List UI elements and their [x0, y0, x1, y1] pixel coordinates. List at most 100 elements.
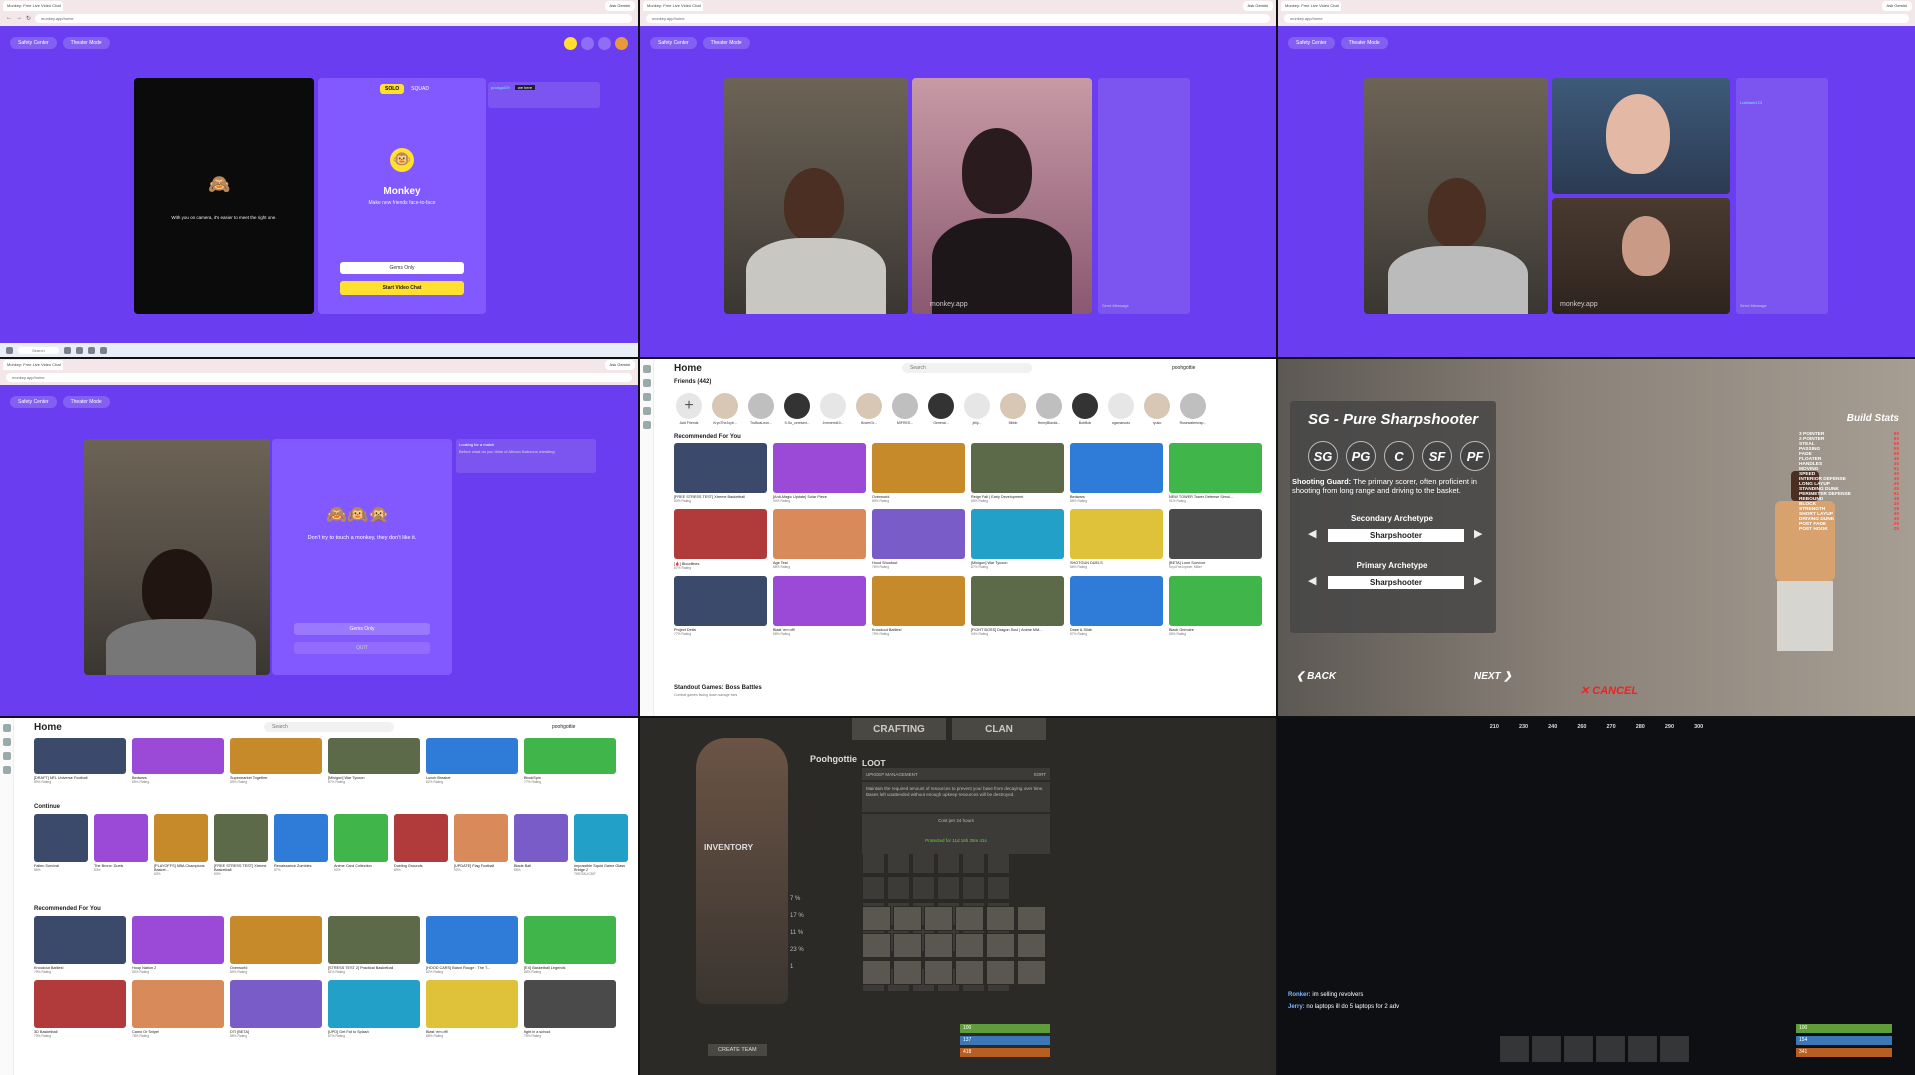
game-card[interactable]: Renaissance Zombies 87%	[274, 814, 328, 876]
safety-center-button[interactable]: Safety Center	[10, 396, 57, 408]
hotbar-slot[interactable]	[1660, 1036, 1689, 1062]
gems-only-button[interactable]: Gems Only	[294, 623, 430, 635]
game-card[interactable]: [UPDATE] Flag Football 92%	[454, 814, 508, 876]
friend-item[interactable]: Mbbb	[998, 393, 1028, 425]
search-input[interactable]: Search	[264, 722, 394, 732]
loot-slot[interactable]	[1017, 933, 1046, 958]
reload-icon[interactable]: ↻	[26, 15, 31, 22]
loot-slot[interactable]	[986, 933, 1015, 958]
game-card[interactable]: [EX] Basketball Legends 88% Rating	[524, 916, 616, 974]
loot-slot[interactable]	[1017, 960, 1046, 985]
profile-icon[interactable]	[3, 738, 11, 746]
loot-slot[interactable]	[1017, 906, 1046, 931]
hotbar-slot[interactable]	[1564, 1036, 1593, 1062]
inventory-slot[interactable]	[937, 876, 960, 900]
loot-slot[interactable]	[862, 933, 891, 958]
friend-item[interactable]: ryuko	[1142, 393, 1172, 425]
friend-item[interactable]: Jvmnerst19...	[818, 393, 848, 425]
game-card[interactable]: Blade Ball 86%	[514, 814, 568, 876]
game-card[interactable]: BlockSpin 77% Rating	[524, 738, 616, 784]
gems-only-button[interactable]: Gems Only	[340, 262, 464, 274]
crafting-tab[interactable]: CRAFTING	[852, 718, 946, 740]
game-card[interactable]: NEW TOWER Tower Defense Simul... 91% Rati…	[1169, 443, 1262, 503]
browser-tab[interactable]: Monkey: Free Live Video Chat	[643, 1, 703, 11]
friend-item[interactable]: HenryBlackk...	[1034, 393, 1064, 425]
game-card[interactable]: Impossible Squid Game Glass Bridge 2 THEI…	[574, 814, 628, 876]
theater-mode-button[interactable]: Theater Mode	[1340, 37, 1388, 49]
username[interactable]: poohgottie	[1172, 365, 1195, 371]
game-card[interactable]: Hood Shootout 76% Rating	[872, 509, 965, 570]
profile-icon[interactable]	[643, 379, 651, 387]
send-message-input[interactable]: Send Message	[1740, 303, 1824, 308]
cancel-button[interactable]: ✕ CANCEL	[1580, 684, 1638, 697]
app-icon[interactable]	[63, 346, 71, 354]
primary-archetype-select[interactable]: Sharpshooter	[1328, 576, 1464, 589]
game-card[interactable]: Bedwars 85% Rating	[1070, 443, 1163, 503]
taskbar-search[interactable]: Search	[18, 346, 59, 354]
next-button[interactable]: NEXT ❯	[1474, 671, 1512, 682]
game-card[interactable]: [STRESS TEST 2] Practical Basketball 81% …	[328, 916, 420, 974]
forward-icon[interactable]: →	[16, 15, 22, 21]
continue-heading[interactable]: Continue	[34, 804, 60, 810]
game-card[interactable]: [🩸] Bloodlines 87% Rating	[674, 509, 767, 570]
game-card[interactable]: Age Test 68% Rating	[773, 509, 866, 570]
loot-slot[interactable]	[893, 933, 922, 958]
game-card[interactable]: [FREE STRESS TEST] Xtreme Basketball 83%	[214, 814, 268, 876]
position-button[interactable]: SF	[1422, 441, 1452, 471]
theater-mode-button[interactable]: Theater Mode	[62, 37, 110, 49]
game-card[interactable]: [UPD] Get Fat to Splash 87% Rating	[328, 980, 420, 1038]
friend-item[interactable]: BobBob	[1070, 393, 1100, 425]
browser-tab[interactable]: Monkey: Free Live Video Chat	[3, 1, 63, 11]
add-friends-button[interactable]: + Add Friends	[674, 393, 704, 425]
username[interactable]: poohgottie	[552, 724, 575, 730]
game-card[interactable]: [Minigun] War Tycoon 87% Rating	[328, 738, 420, 784]
address-bar[interactable]: monkey.app/home	[35, 13, 632, 23]
friend-item[interactable]: MIFRES...	[890, 393, 920, 425]
home-icon[interactable]	[3, 724, 11, 732]
avatar-icon[interactable]	[3, 752, 11, 760]
game-card[interactable]: Overworld 89% Rating	[230, 916, 322, 974]
game-card[interactable]: Draw & Slide 87% Rating	[1070, 576, 1163, 636]
game-card[interactable]: SHOTGUN DUELS 86% Rating	[1070, 509, 1163, 570]
chat-icon[interactable]	[598, 36, 611, 50]
loot-slot[interactable]	[955, 906, 984, 931]
loot-slot[interactable]	[862, 960, 891, 985]
friend-item[interactable]: KryoTheJoyb...	[710, 393, 740, 425]
inventory-slot[interactable]	[987, 876, 1010, 900]
position-button[interactable]: C	[1384, 441, 1414, 471]
game-card[interactable]: Dueling Grounds 89%	[394, 814, 448, 876]
position-button[interactable]: PG	[1346, 441, 1376, 471]
game-card[interactable]: [FIGHT BOSS] Dragon Soul | Anime MM... 94…	[971, 576, 1064, 636]
game-card[interactable]: Camo Or Snipe! 78% Rating	[132, 980, 224, 1038]
theater-mode-button[interactable]: Theater Mode	[62, 396, 110, 408]
position-button[interactable]: SG	[1308, 441, 1338, 471]
gemini-button[interactable]: Ask Gemini	[604, 360, 635, 370]
browser-tab[interactable]: Monkey: Free Live Video Chat	[3, 360, 63, 370]
theater-mode-button[interactable]: Theater Mode	[702, 37, 750, 49]
squad-toggle[interactable]: SQUAD	[406, 84, 434, 94]
arrow-left-icon[interactable]: ◀	[1308, 527, 1316, 540]
gemini-button[interactable]: Ask Gemini	[1242, 1, 1273, 11]
game-card[interactable]: Blast 'em off! 88% Rating	[773, 576, 866, 636]
history-icon[interactable]	[581, 36, 594, 50]
arrow-right-icon[interactable]: ▶	[1474, 574, 1482, 587]
address-bar[interactable]: monkey.app/home	[1284, 13, 1909, 23]
address-bar[interactable]: monkey.app/home	[6, 372, 632, 382]
game-card[interactable]: [Anti-Magic Update] Solar Piece 90% Ratin…	[773, 443, 866, 503]
address-bar[interactable]: monkey.app/home	[646, 13, 1270, 23]
game-card[interactable]: Anime Card Collection 92%	[334, 814, 388, 876]
sort-button[interactable]: SORT	[1034, 772, 1046, 777]
loot-slot[interactable]	[893, 906, 922, 931]
loot-slot[interactable]	[924, 933, 953, 958]
avatar[interactable]	[615, 36, 628, 50]
game-card[interactable]: [PLAYOFFS] NBA Champions Basket... 83%	[154, 814, 208, 876]
inventory-slot[interactable]	[862, 876, 885, 900]
inventory-slot[interactable]	[887, 876, 910, 900]
loot-slot[interactable]	[924, 960, 953, 985]
friend-item[interactable]: General...	[926, 393, 956, 425]
game-card[interactable]: Bedwars 85% Rating	[132, 738, 224, 784]
start-video-chat-button[interactable]: Start Video Chat	[340, 281, 464, 295]
game-card[interactable]: Hoop Nation 2 80% Rating	[132, 916, 224, 974]
game-card[interactable]: [BETA] Lone Survivor KryoTheJoymer, Mille…	[1169, 509, 1262, 570]
friend-item[interactable]: TruBoaLeon...	[746, 393, 776, 425]
